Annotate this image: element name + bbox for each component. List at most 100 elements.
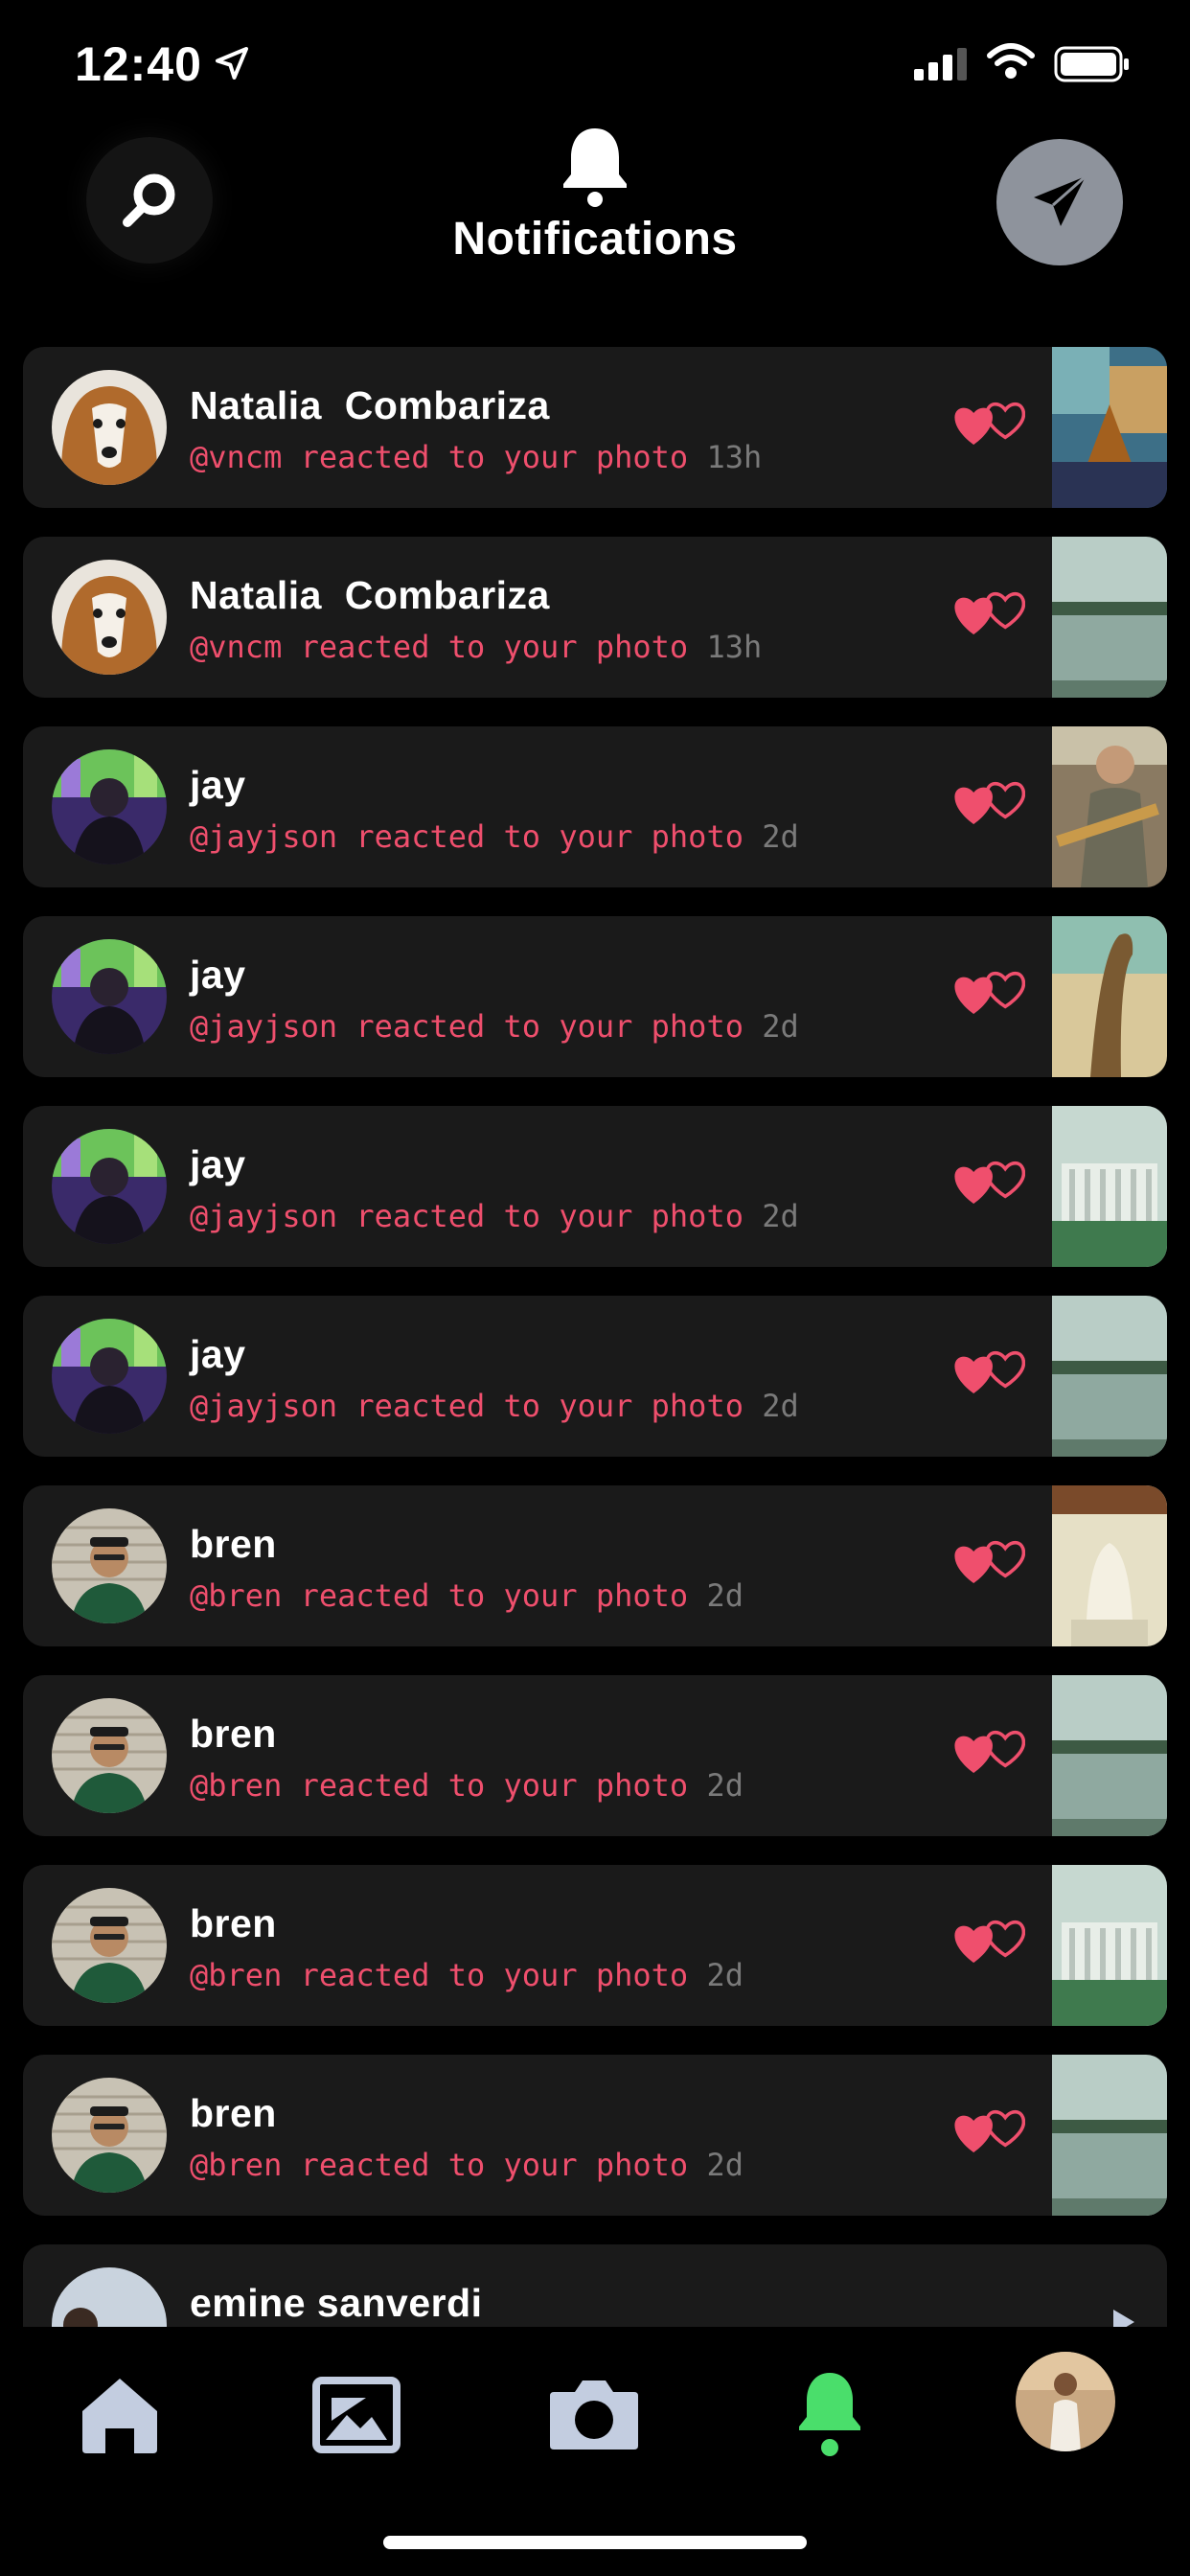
double-heart-icon (950, 1915, 1026, 1979)
handle: @jayjson (190, 818, 338, 855)
avatar[interactable] (52, 749, 167, 864)
double-heart-icon (950, 1156, 1026, 1220)
paper-plane-icon (1034, 174, 1087, 226)
profile-avatar[interactable] (1016, 2352, 1115, 2451)
action-text: reacted to your photo (300, 1767, 689, 1804)
timestamp: 13h (706, 439, 763, 475)
action-text: reacted to your photo (300, 439, 689, 475)
user-name: Natalia Combariza (190, 573, 550, 617)
avatar[interactable] (52, 370, 167, 485)
home-icon[interactable] (79, 2375, 161, 2455)
notification-list[interactable]: Natalia Combariza @vncm reacted to your … (23, 347, 1167, 2327)
status-bar: 12:40 (0, 0, 1190, 125)
bell-icon (563, 128, 627, 207)
notification-text: @bren reacted to your photo 2d (190, 1767, 744, 1804)
timestamp: 2d (706, 1767, 744, 1804)
avatar[interactable] (52, 1508, 167, 1623)
action-text: reacted to your photo (355, 1388, 744, 1424)
notification-row[interactable]: emine sanverdi (23, 2244, 1167, 2327)
avatar[interactable] (52, 939, 167, 1054)
home-indicator[interactable] (383, 2536, 807, 2549)
double-heart-icon (950, 2104, 1026, 2169)
gallery-icon[interactable] (312, 2377, 400, 2453)
notification-row[interactable]: bren @bren reacted to your photo 2d (23, 2055, 1167, 2216)
user-name: bren (190, 2091, 277, 2135)
handle: @jayjson (190, 1198, 338, 1234)
handle: @vncm (190, 439, 283, 475)
avatar[interactable] (52, 1888, 167, 2003)
user-name: bren (190, 1712, 277, 1756)
double-heart-icon (950, 1535, 1026, 1599)
avatar[interactable] (52, 1129, 167, 1244)
send-button[interactable] (996, 139, 1123, 265)
photo-thumbnail[interactable] (1052, 1296, 1167, 1457)
timestamp: 2d (706, 1957, 744, 1993)
photo-thumbnail[interactable] (1052, 916, 1167, 1077)
user-name: bren (190, 1522, 277, 1566)
photo-thumbnail[interactable] (1052, 1485, 1167, 1646)
photo-thumbnail[interactable] (1052, 1675, 1167, 1836)
play-icon (1113, 2310, 1134, 2327)
action-text: reacted to your photo (300, 2147, 689, 2183)
notification-row[interactable]: jay @jayjson reacted to your photo 2d (23, 726, 1167, 887)
double-heart-icon (950, 776, 1026, 840)
cellular-signal-icon (914, 48, 967, 80)
action-text: reacted to your photo (300, 629, 689, 665)
timestamp: 2d (706, 1577, 744, 1614)
double-heart-icon (950, 1725, 1026, 1789)
avatar[interactable] (52, 1698, 167, 1813)
notification-text: @jayjson reacted to your photo 2d (190, 818, 799, 855)
notification-text: @jayjson reacted to your photo 2d (190, 1008, 799, 1045)
notification-row[interactable]: jay @jayjson reacted to your photo 2d (23, 916, 1167, 1077)
notification-row[interactable]: Natalia Combariza @vncm reacted to your … (23, 347, 1167, 508)
notification-row[interactable]: bren @bren reacted to your photo 2d (23, 1865, 1167, 2026)
action-text: reacted to your photo (355, 1198, 744, 1234)
location-arrow-icon (216, 47, 248, 80)
timestamp: 2d (762, 818, 799, 855)
notification-row[interactable]: jay @jayjson reacted to your photo 2d (23, 1106, 1167, 1267)
photo-thumbnail[interactable] (1052, 726, 1167, 887)
action-text: reacted to your photo (300, 1957, 689, 1993)
user-name: jay (190, 1142, 246, 1186)
double-heart-icon (950, 397, 1026, 461)
notification-row[interactable]: jay @jayjson reacted to your photo 2d (23, 1296, 1167, 1457)
notification-row[interactable]: Natalia Combariza @vncm reacted to your … (23, 537, 1167, 698)
action-text: reacted to your photo (355, 818, 744, 855)
action-text: reacted to your photo (355, 1008, 744, 1045)
notification-text: @jayjson reacted to your photo 2d (190, 1198, 799, 1234)
photo-thumbnail[interactable] (1052, 1106, 1167, 1267)
user-name: jay (190, 763, 246, 807)
handle: @jayjson (190, 1008, 338, 1045)
timestamp: 2d (762, 1008, 799, 1045)
bell-icon-tab[interactable] (793, 2369, 866, 2459)
avatar[interactable] (52, 2267, 167, 2327)
notification-row[interactable]: bren @bren reacted to your photo 2d (23, 1485, 1167, 1646)
photo-thumbnail[interactable] (1052, 347, 1167, 508)
action-text: reacted to your photo (300, 1577, 689, 1614)
photo-thumbnail[interactable] (1052, 1865, 1167, 2026)
notification-text: @vncm reacted to your photo 13h (190, 439, 762, 475)
photo-thumbnail[interactable] (1052, 2055, 1167, 2216)
avatar[interactable] (52, 1319, 167, 1434)
avatar[interactable] (52, 2078, 167, 2193)
handle: @bren (190, 2147, 283, 2183)
status-time: 12:40 (75, 37, 202, 91)
double-heart-icon (950, 586, 1026, 651)
camera-icon[interactable] (546, 2375, 642, 2453)
wifi-icon (987, 43, 1035, 79)
double-heart-icon (950, 1346, 1026, 1410)
notification-row[interactable]: bren @bren reacted to your photo 2d (23, 1675, 1167, 1836)
user-name: Natalia Combariza (190, 383, 550, 427)
notification-text: @bren reacted to your photo 2d (190, 2147, 744, 2183)
user-name: jay (190, 953, 246, 997)
avatar[interactable] (52, 560, 167, 675)
photo-thumbnail[interactable] (1052, 537, 1167, 698)
user-name: bren (190, 1901, 277, 1945)
notification-text: @vncm reacted to your photo 13h (190, 629, 762, 665)
timestamp: 13h (706, 629, 763, 665)
timestamp: 2d (762, 1388, 799, 1424)
notification-text: @jayjson reacted to your photo 2d (190, 1388, 799, 1424)
handle: @jayjson (190, 1388, 338, 1424)
timestamp: 2d (706, 2147, 744, 2183)
user-name: jay (190, 1332, 246, 1376)
